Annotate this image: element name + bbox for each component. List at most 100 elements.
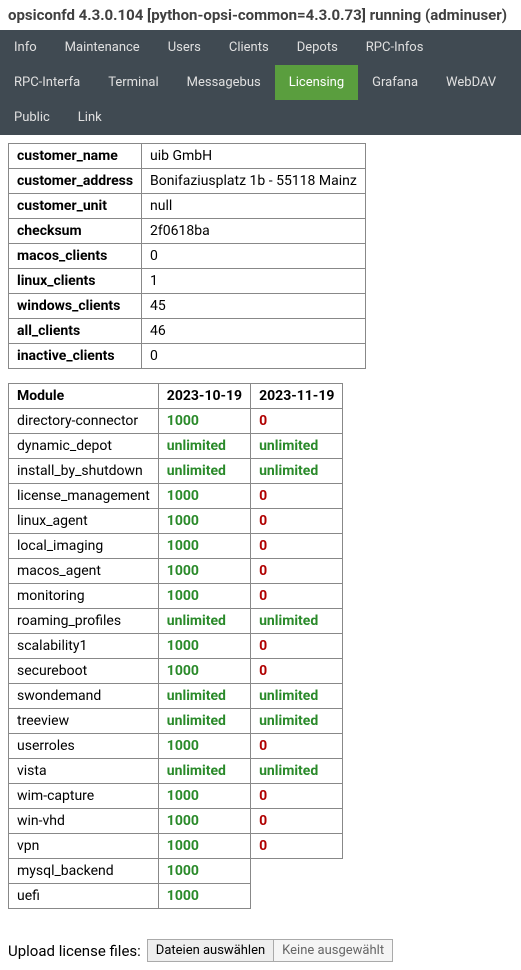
module-name-cell: swondemand	[9, 684, 159, 709]
upload-label: Upload license files:	[8, 942, 141, 960]
module-value-cell: unlimited	[158, 609, 250, 634]
info-row: customer_addressBonifaziusplatz 1b - 551…	[9, 169, 366, 194]
module-name-cell: win-vhd	[9, 809, 159, 834]
module-value-cell: 1000	[158, 509, 250, 534]
tab-maintenance[interactable]: Maintenance	[51, 30, 154, 65]
module-value-cell: unlimited	[251, 759, 343, 784]
upload-section: Upload license files: Dateien auswählen …	[0, 931, 521, 970]
tab-depots[interactable]: Depots	[283, 30, 352, 65]
module-value-cell: 0	[251, 634, 343, 659]
tab-rpc-infos[interactable]: RPC-Infos	[352, 30, 438, 65]
info-key: inactive_clients	[9, 344, 142, 369]
tab-webdav[interactable]: WebDAV	[432, 65, 510, 100]
module-name-cell: directory-connector	[9, 409, 159, 434]
module-value-cell: unlimited	[158, 459, 250, 484]
info-row: inactive_clients0	[9, 344, 366, 369]
tab-users[interactable]: Users	[154, 30, 215, 65]
tab-licensing[interactable]: Licensing	[275, 65, 358, 100]
module-value-cell: unlimited	[251, 684, 343, 709]
module-row: dynamic_depotunlimitedunlimited	[9, 434, 343, 459]
module-name-cell: userroles	[9, 734, 159, 759]
tabs-container: InfoMaintenanceUsersClientsDepotsRPC-Inf…	[0, 30, 521, 135]
info-key: macos_clients	[9, 244, 142, 269]
module-header: 2023-10-19	[158, 384, 250, 409]
info-value: 46	[142, 319, 366, 344]
module-row: scalability110000	[9, 634, 343, 659]
content-area: customer_nameuib GmbHcustomer_addressBon…	[0, 135, 521, 931]
tab-messagebus[interactable]: Messagebus	[173, 65, 275, 100]
info-row: checksum2f0618ba	[9, 219, 366, 244]
module-row: win-vhd10000	[9, 809, 343, 834]
file-input-group[interactable]: Dateien auswählen Keine ausgewählt	[147, 939, 393, 962]
tab-info[interactable]: Info	[0, 30, 51, 65]
module-value-cell: 0	[251, 534, 343, 559]
module-row: mysql_backend1000	[9, 859, 343, 884]
tab-grafana[interactable]: Grafana	[358, 65, 432, 100]
module-row: swondemandunlimitedunlimited	[9, 684, 343, 709]
info-value: Bonifaziusplatz 1b - 55118 Mainz	[142, 169, 366, 194]
module-value-cell: 1000	[158, 484, 250, 509]
module-row: vistaunlimitedunlimited	[9, 759, 343, 784]
module-name-cell: macos_agent	[9, 559, 159, 584]
module-row: wim-capture10000	[9, 784, 343, 809]
info-key: customer_name	[9, 144, 142, 169]
tab-public[interactable]: Public	[0, 100, 64, 135]
module-value-cell: 1000	[158, 659, 250, 684]
module-value-cell: 1000	[158, 559, 250, 584]
module-license-table: Module2023-10-192023-11-19 directory-con…	[8, 383, 343, 909]
module-value-cell: 0	[251, 584, 343, 609]
module-name-cell: vista	[9, 759, 159, 784]
info-row: windows_clients45	[9, 294, 366, 319]
info-row: customer_nameuib GmbH	[9, 144, 366, 169]
module-row: linux_agent10000	[9, 509, 343, 534]
tab-terminal[interactable]: Terminal	[94, 65, 172, 100]
module-value-cell: 1000	[158, 784, 250, 809]
module-value-cell: 1000	[158, 409, 250, 434]
module-row: secureboot10000	[9, 659, 343, 684]
info-row: customer_unitnull	[9, 194, 366, 219]
module-value-cell: unlimited	[158, 759, 250, 784]
module-name-cell: install_by_shutdown	[9, 459, 159, 484]
module-name-cell: vpn	[9, 834, 159, 859]
tab-link[interactable]: Link	[64, 100, 116, 135]
info-key: customer_address	[9, 169, 142, 194]
info-value: 1	[142, 269, 366, 294]
module-name-cell: dynamic_depot	[9, 434, 159, 459]
module-value-cell: unlimited	[158, 684, 250, 709]
module-name-cell: treeview	[9, 709, 159, 734]
module-value-cell: 0	[251, 509, 343, 534]
module-value-cell: 0	[251, 784, 343, 809]
module-row: license_management10000	[9, 484, 343, 509]
module-header: 2023-11-19	[251, 384, 343, 409]
file-status-text: Keine ausgewählt	[274, 940, 392, 961]
tab-clients[interactable]: Clients	[215, 30, 283, 65]
module-name-cell: scalability1	[9, 634, 159, 659]
info-key: linux_clients	[9, 269, 142, 294]
module-row: roaming_profilesunlimitedunlimited	[9, 609, 343, 634]
info-value: 45	[142, 294, 366, 319]
info-value: 2f0618ba	[142, 219, 366, 244]
module-value-cell: 1000	[158, 859, 250, 884]
info-value: uib GmbH	[142, 144, 366, 169]
module-name-cell: license_management	[9, 484, 159, 509]
module-value-cell: 1000	[158, 734, 250, 759]
module-value-cell: 0	[251, 559, 343, 584]
module-name-cell: monitoring	[9, 584, 159, 609]
info-key: customer_unit	[9, 194, 142, 219]
module-name-cell: linux_agent	[9, 509, 159, 534]
module-row: directory-connector10000	[9, 409, 343, 434]
info-key: checksum	[9, 219, 142, 244]
module-value-cell: 1000	[158, 534, 250, 559]
module-name-cell: roaming_profiles	[9, 609, 159, 634]
module-value-cell: 1000	[158, 884, 250, 909]
file-choose-button[interactable]: Dateien auswählen	[148, 940, 274, 961]
module-row: treeviewunlimitedunlimited	[9, 709, 343, 734]
info-row: macos_clients0	[9, 244, 366, 269]
module-value-cell: 0	[251, 659, 343, 684]
module-name-cell: wim-capture	[9, 784, 159, 809]
module-value-cell: 0	[251, 834, 343, 859]
module-name-cell: local_imaging	[9, 534, 159, 559]
module-row: uefi1000	[9, 884, 343, 909]
module-value-cell: unlimited	[251, 709, 343, 734]
tab-rpc-interfa[interactable]: RPC-Interfa	[0, 65, 94, 100]
